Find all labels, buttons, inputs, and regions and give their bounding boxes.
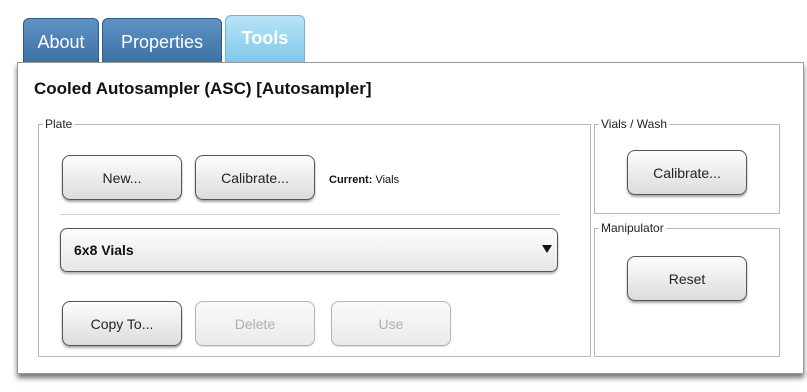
- page-title: Cooled Autosampler (ASC) [Autosampler]: [34, 79, 372, 98]
- plate-legend: Plate: [45, 117, 73, 131]
- copy-to-button[interactable]: Copy To...: [62, 301, 182, 346]
- tab-properties[interactable]: Properties: [102, 18, 222, 64]
- chevron-down-icon[interactable]: [542, 245, 552, 253]
- plate-select-value: 6x8 Vials: [74, 242, 134, 258]
- tab-tools[interactable]: Tools: [225, 15, 305, 64]
- plate-select[interactable]: 6x8 Vials: [60, 228, 558, 272]
- new-plate-button[interactable]: New...: [62, 155, 182, 200]
- tab-about[interactable]: About: [23, 18, 99, 64]
- use-plate-button[interactable]: Use: [331, 301, 451, 346]
- tools-panel: Cooled Autosampler (ASC) [Autosampler] P…: [17, 62, 804, 374]
- vials-wash-legend: Vials / Wash: [601, 117, 668, 131]
- plate-calibrate-button[interactable]: Calibrate...: [195, 155, 315, 200]
- plate-divider: [60, 214, 560, 215]
- vials-calibrate-button[interactable]: Calibrate...: [627, 150, 747, 195]
- delete-plate-button[interactable]: Delete: [195, 301, 315, 346]
- current-label: Current:: [329, 174, 373, 186]
- current-plate-text: Current: Vials: [329, 174, 399, 186]
- manipulator-legend: Manipulator: [601, 221, 664, 235]
- current-value: Vials: [375, 174, 400, 186]
- reset-button[interactable]: Reset: [627, 256, 747, 301]
